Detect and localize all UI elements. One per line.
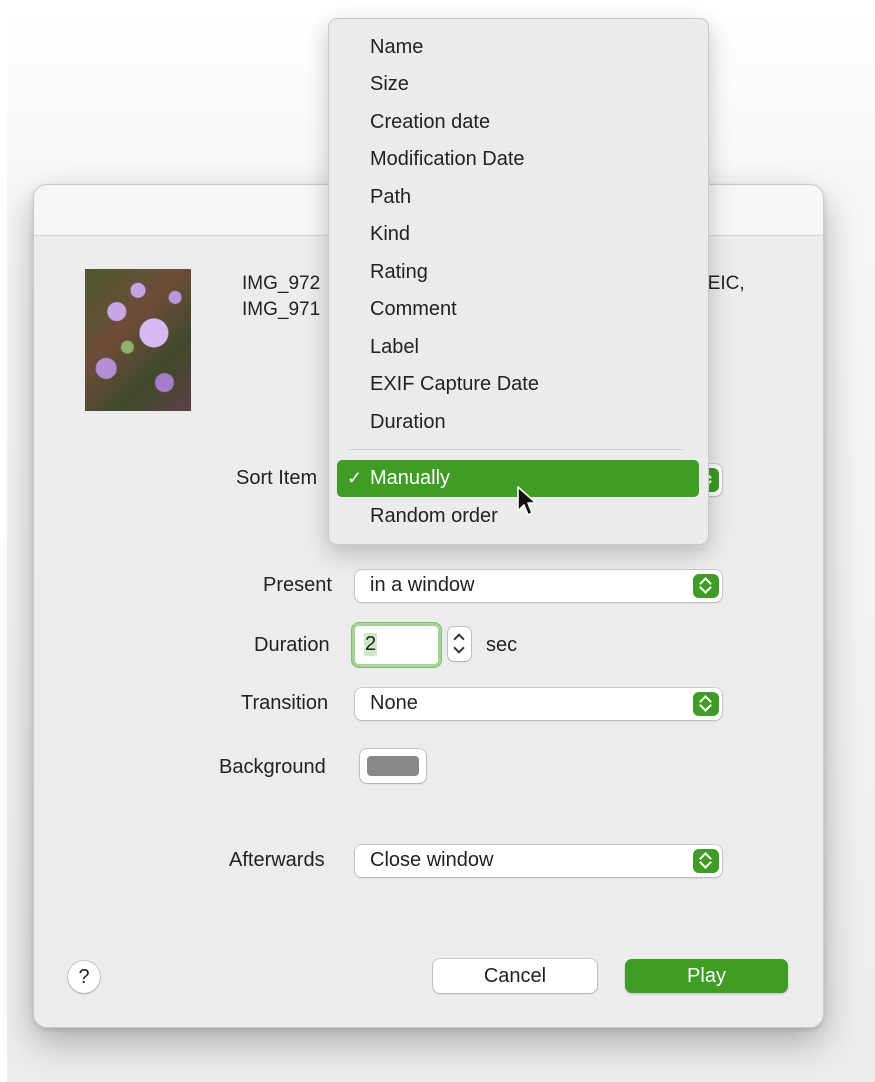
cancel-button[interactable]: Cancel xyxy=(433,959,597,993)
duration-field[interactable]: 2 xyxy=(355,626,438,664)
filename-line-1: IMG_972 xyxy=(242,273,321,294)
menu-item-creation-date[interactable]: Creation date xyxy=(337,104,699,141)
play-button[interactable]: Play xyxy=(625,959,788,993)
selected-filenames: IMG_972 IMG_971 xyxy=(242,271,320,323)
sort-items-menu: Name Size Creation date Modification Dat… xyxy=(328,18,709,545)
checkmark-icon: ✓ xyxy=(347,468,363,488)
image-thumbnail xyxy=(85,269,191,411)
background-label: Background xyxy=(219,756,326,778)
sort-items-label: Sort Item xyxy=(236,467,318,489)
present-value: in a window xyxy=(370,574,475,596)
menu-item-rating[interactable]: Rating xyxy=(337,254,699,291)
transition-popup[interactable]: None xyxy=(355,688,722,720)
duration-unit: sec xyxy=(486,634,518,656)
duration-label: Duration xyxy=(254,634,330,656)
transition-popup-arrows-icon xyxy=(693,692,719,716)
transition-label: Transition xyxy=(241,692,329,714)
afterwards-popup[interactable]: Close window xyxy=(355,845,722,877)
filename-line-2: IMG_971 xyxy=(242,299,321,320)
present-popup-arrows-icon xyxy=(693,574,719,598)
menu-item-kind[interactable]: Kind xyxy=(337,216,699,253)
mouse-pointer-icon xyxy=(517,486,536,516)
menu-item-name[interactable]: Name xyxy=(337,29,699,66)
menu-item-duration[interactable]: Duration xyxy=(337,404,699,441)
afterwards-popup-arrows-icon xyxy=(693,849,719,873)
menu-item-comment[interactable]: Comment xyxy=(337,291,699,328)
menu-item-modification-date[interactable]: Modification Date xyxy=(337,141,699,178)
transition-value: None xyxy=(370,692,418,714)
present-popup[interactable]: in a window xyxy=(355,570,722,602)
menu-item-path[interactable]: Path xyxy=(337,179,699,216)
background-color-well[interactable] xyxy=(360,749,426,783)
menu-item-exif-capture-date[interactable]: EXIF Capture Date xyxy=(337,366,699,403)
chevron-down-icon[interactable] xyxy=(453,642,465,654)
menu-item-size[interactable]: Size xyxy=(337,66,699,103)
background-color-swatch xyxy=(367,756,419,776)
duration-value: 2 xyxy=(364,633,378,656)
afterwards-value: Close window xyxy=(370,849,494,871)
menu-item-label[interactable]: Label xyxy=(337,329,699,366)
menu-separator xyxy=(349,449,683,450)
duration-stepper[interactable] xyxy=(448,627,471,661)
help-button[interactable]: ? xyxy=(68,961,100,993)
afterwards-label: Afterwards xyxy=(229,849,325,871)
present-label: Present xyxy=(263,574,332,596)
